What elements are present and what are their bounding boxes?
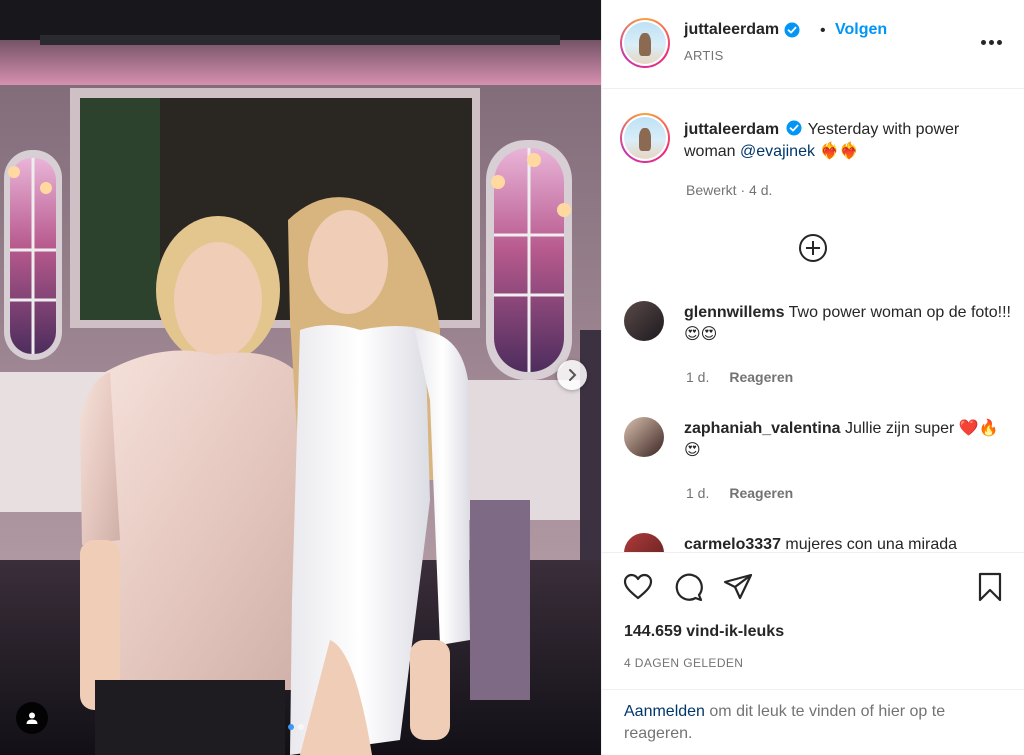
caption-emoji: ❤️‍🔥❤️‍🔥 — [819, 143, 860, 160]
caption-username[interactable]: juttaleerdam — [684, 121, 779, 138]
post-caption: juttaleerdam Yesterday with power woman … — [684, 119, 1004, 163]
carousel-dot — [298, 724, 304, 730]
post-side-panel: juttaleerdam • Volgen ARTIS juttaleerdam… — [601, 0, 1024, 755]
comment-text: mujeres con una mirada — [785, 536, 958, 552]
login-text: Aanmelden om dit leuk te vinden of hier … — [624, 701, 1004, 745]
reply-button[interactable]: Reageren — [729, 369, 793, 385]
header-separator: • — [820, 22, 826, 39]
tagged-users-button[interactable] — [16, 702, 48, 734]
author-username[interactable]: juttaleerdam — [684, 21, 779, 39]
post-photo[interactable] — [0, 0, 601, 755]
bookmark-icon[interactable] — [974, 571, 1006, 603]
caption-meta: Bewerkt · 4 d. — [686, 182, 773, 198]
comment-username[interactable]: zaphaniah_valentina — [684, 420, 841, 437]
commenter-avatar[interactable] — [624, 417, 664, 457]
comment-username[interactable]: carmelo3337 — [684, 536, 781, 552]
post-date[interactable]: 4 DAGEN GELEDEN — [624, 656, 743, 670]
comment-time: 1 d. — [686, 369, 710, 385]
comment-item: glennwillems Two power woman op de foto!… — [684, 302, 1014, 346]
comment-meta: 1 d. Reageren — [686, 369, 793, 385]
paper-plane-icon[interactable] — [722, 571, 754, 603]
photo-scene — [0, 0, 601, 755]
comment-meta: 1 d. Reageren — [686, 485, 793, 501]
comment-item: carmelo3337 mujeres con una mirada — [684, 534, 1014, 552]
comments-section[interactable]: juttaleerdam Yesterday with power woman … — [602, 89, 1024, 552]
carousel-dot-active — [288, 724, 294, 730]
commenter-avatar[interactable] — [624, 301, 664, 341]
verified-badge-icon — [786, 120, 802, 136]
comment-username[interactable]: glennwillems — [684, 304, 784, 321]
chevron-right-icon — [569, 369, 577, 381]
author-username-row[interactable]: juttaleerdam — [684, 21, 800, 39]
comment-icon[interactable] — [672, 571, 704, 603]
user-tag-icon — [26, 712, 38, 724]
login-prompt: Aanmelden om dit leuk te vinden of hier … — [602, 689, 1024, 755]
reply-button[interactable]: Reageren — [729, 485, 793, 501]
caption-mention[interactable]: @evajinek — [740, 143, 815, 160]
next-slide-button[interactable] — [557, 360, 587, 390]
follow-button[interactable]: Volgen — [835, 21, 887, 39]
commenter-avatar[interactable] — [624, 533, 664, 552]
post-header: juttaleerdam • Volgen ARTIS — [602, 0, 1024, 89]
carousel-indicator — [288, 724, 304, 730]
author-avatar[interactable] — [620, 18, 670, 68]
likes-count[interactable]: 144.659 vind-ik-leuks — [624, 623, 784, 641]
plus-circle-icon[interactable] — [798, 233, 828, 263]
comment-time: 1 d. — [686, 485, 710, 501]
post-location[interactable]: ARTIS — [684, 48, 724, 63]
post-actions: 144.659 vind-ik-leuks 4 DAGEN GELEDEN Aa… — [602, 552, 1024, 755]
heart-icon[interactable] — [622, 571, 654, 603]
login-link[interactable]: Aanmelden — [624, 703, 705, 720]
verified-badge-icon — [784, 22, 800, 38]
caption-avatar[interactable] — [620, 113, 670, 163]
comment-item: zaphaniah_valentina Jullie zijn super ❤️… — [684, 418, 1014, 462]
more-options-icon[interactable] — [981, 40, 1002, 45]
